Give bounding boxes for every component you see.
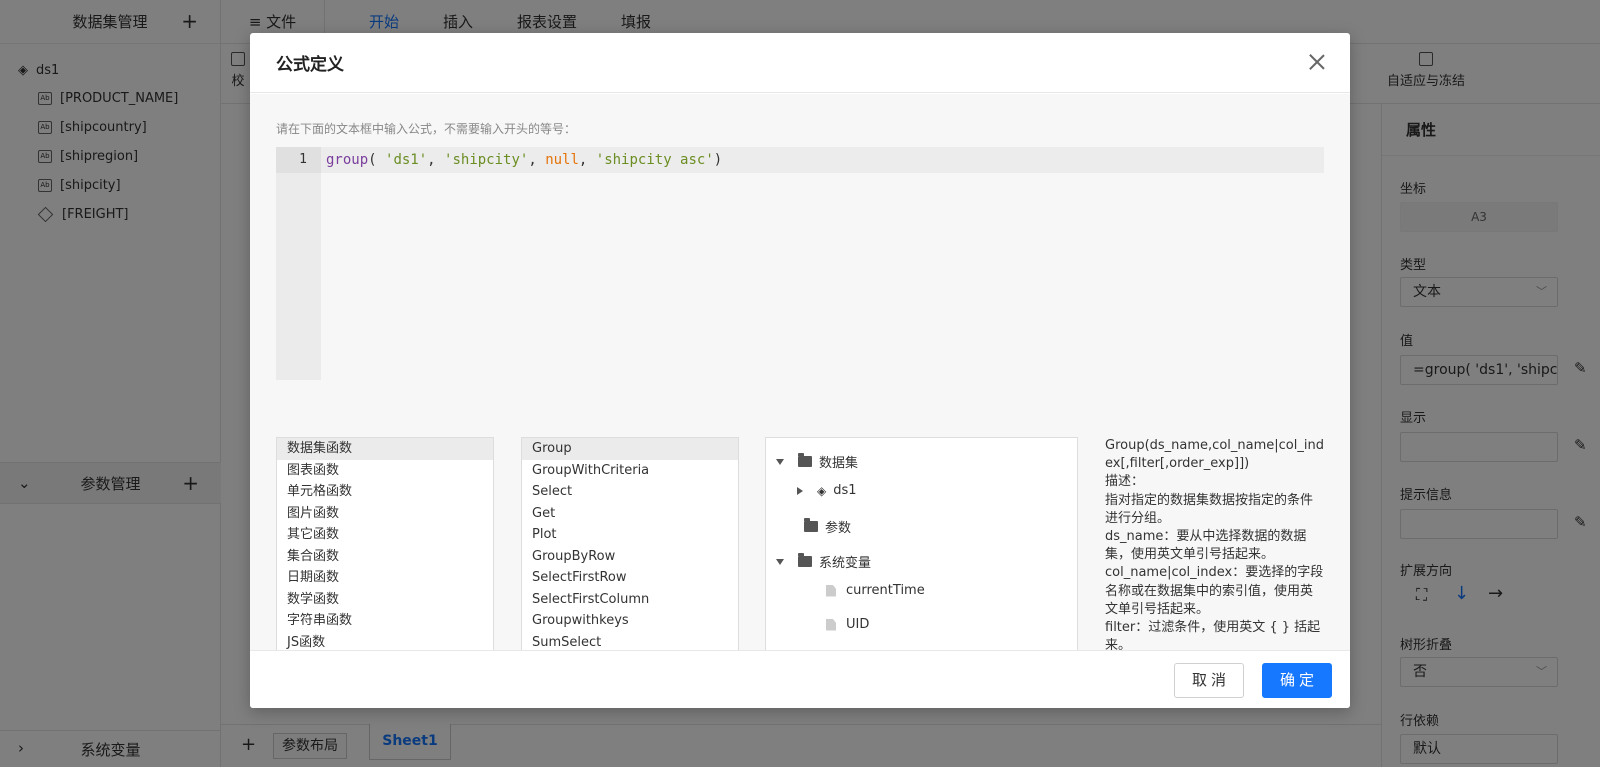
caret-down-icon[interactable] (776, 458, 784, 465)
cancel-button[interactable]: 取消 (1174, 663, 1244, 698)
code-punct: ( (368, 152, 386, 168)
function-item[interactable]: Group (522, 438, 738, 460)
code-string: 'ds1' (385, 152, 428, 168)
line-number: 1 (276, 147, 321, 173)
category-item[interactable]: 数学函数 (277, 589, 493, 611)
category-item[interactable]: 单元格函数 (277, 481, 493, 503)
tree-node-current-time[interactable]: currentTime (826, 583, 925, 598)
dialog-header: 公式定义 (250, 33, 1350, 93)
code-function: group (326, 152, 369, 168)
code-punct: , (578, 152, 596, 168)
tree-label: 数据集 (819, 456, 859, 471)
function-description: Group(ds_name,col_name|col_index[,filter… (1105, 437, 1325, 657)
code-keyword: null (545, 152, 579, 168)
folder-icon (804, 518, 818, 532)
function-list[interactable]: Group GroupWithCriteria Select Get Plot … (521, 437, 739, 657)
function-item[interactable]: GroupWithCriteria (522, 460, 738, 482)
layers-icon: ◈ (817, 483, 827, 498)
ok-button[interactable]: 确定 (1262, 663, 1332, 698)
code-punct: ) (713, 152, 723, 168)
formula-code[interactable]: group( 'ds1', 'shipcity', null, 'shipcit… (326, 147, 722, 173)
caret-right-icon[interactable] (797, 486, 803, 495)
description-line: col_name|col_index：要选择的字段名称或在数据集中的索引值，使用… (1105, 565, 1324, 617)
file-icon (826, 618, 836, 631)
editor-gutter (276, 147, 321, 380)
description-line: ds_name：要从中选择数据的数据集，使用英文单引号括起来。 (1105, 529, 1307, 563)
category-item[interactable]: 图表函数 (277, 460, 493, 482)
function-item[interactable]: GroupByRow (522, 546, 738, 568)
file-icon (826, 584, 836, 597)
function-item[interactable]: SelectFirstColumn (522, 589, 738, 611)
formula-dialog: 公式定义 请在下面的文本框中输入公式，不需要输入开头的等号： 1 group( … (250, 33, 1350, 708)
code-punct: , (427, 152, 445, 168)
description-line: Group(ds_name,col_name|col_index[,filter… (1105, 438, 1324, 472)
dialog-body: 请在下面的文本框中输入公式，不需要输入开头的等号： 1 group( 'ds1'… (250, 94, 1350, 657)
folder-icon (798, 553, 812, 567)
tree-label: 系统变量 (819, 556, 872, 571)
category-item[interactable]: 数据集函数 (277, 438, 493, 460)
formula-editor[interactable]: 1 group( 'ds1', 'shipcity', null, 'shipc… (276, 147, 1324, 380)
tree-label: 参数 (825, 521, 852, 536)
function-category-list[interactable]: 数据集函数 图表函数 单元格函数 图片函数 其它函数 集合函数 日期函数 数学函… (276, 437, 494, 657)
caret-down-icon[interactable] (776, 558, 784, 565)
description-line: 描述： (1105, 474, 1145, 490)
category-item[interactable]: 字符串函数 (277, 610, 493, 632)
code-string: 'shipcity' (444, 152, 529, 168)
code-punct: , (528, 152, 546, 168)
category-item[interactable]: 图片函数 (277, 503, 493, 525)
tree-node-datasets[interactable]: 数据集 (776, 452, 858, 471)
dialog-footer: 取消 确定 (250, 650, 1350, 708)
folder-icon (798, 453, 812, 467)
tree-label: ds1 (833, 483, 857, 498)
category-item[interactable]: 日期函数 (277, 567, 493, 589)
variable-tree[interactable]: 数据集 ◈ ds1 参数 系统变量 currentTime UID (765, 437, 1078, 657)
category-item[interactable]: 集合函数 (277, 546, 493, 568)
tree-node-params[interactable]: 参数 (804, 517, 851, 536)
function-item[interactable]: SelectFirstRow (522, 567, 738, 589)
function-item[interactable]: Groupwithkeys (522, 610, 738, 632)
category-item[interactable]: 其它函数 (277, 524, 493, 546)
function-item[interactable]: Select (522, 481, 738, 503)
function-item[interactable]: Plot (522, 524, 738, 546)
tree-label: currentTime (846, 583, 925, 598)
tree-node-uid[interactable]: UID (826, 617, 869, 632)
formula-hint: 请在下面的文本框中输入公式，不需要输入开头的等号： (276, 122, 577, 136)
function-item[interactable]: Get (522, 503, 738, 525)
tree-node-ds1[interactable]: ◈ ds1 (797, 483, 857, 498)
code-string: 'shipcity asc' (595, 152, 714, 168)
dialog-title: 公式定义 (276, 55, 344, 75)
description-line: 指对指定的数据集数据按指定的条件进行分组。 (1105, 492, 1314, 526)
close-icon[interactable] (1306, 51, 1328, 73)
tree-label: UID (846, 617, 870, 632)
tree-node-sysvars[interactable]: 系统变量 (776, 552, 871, 571)
